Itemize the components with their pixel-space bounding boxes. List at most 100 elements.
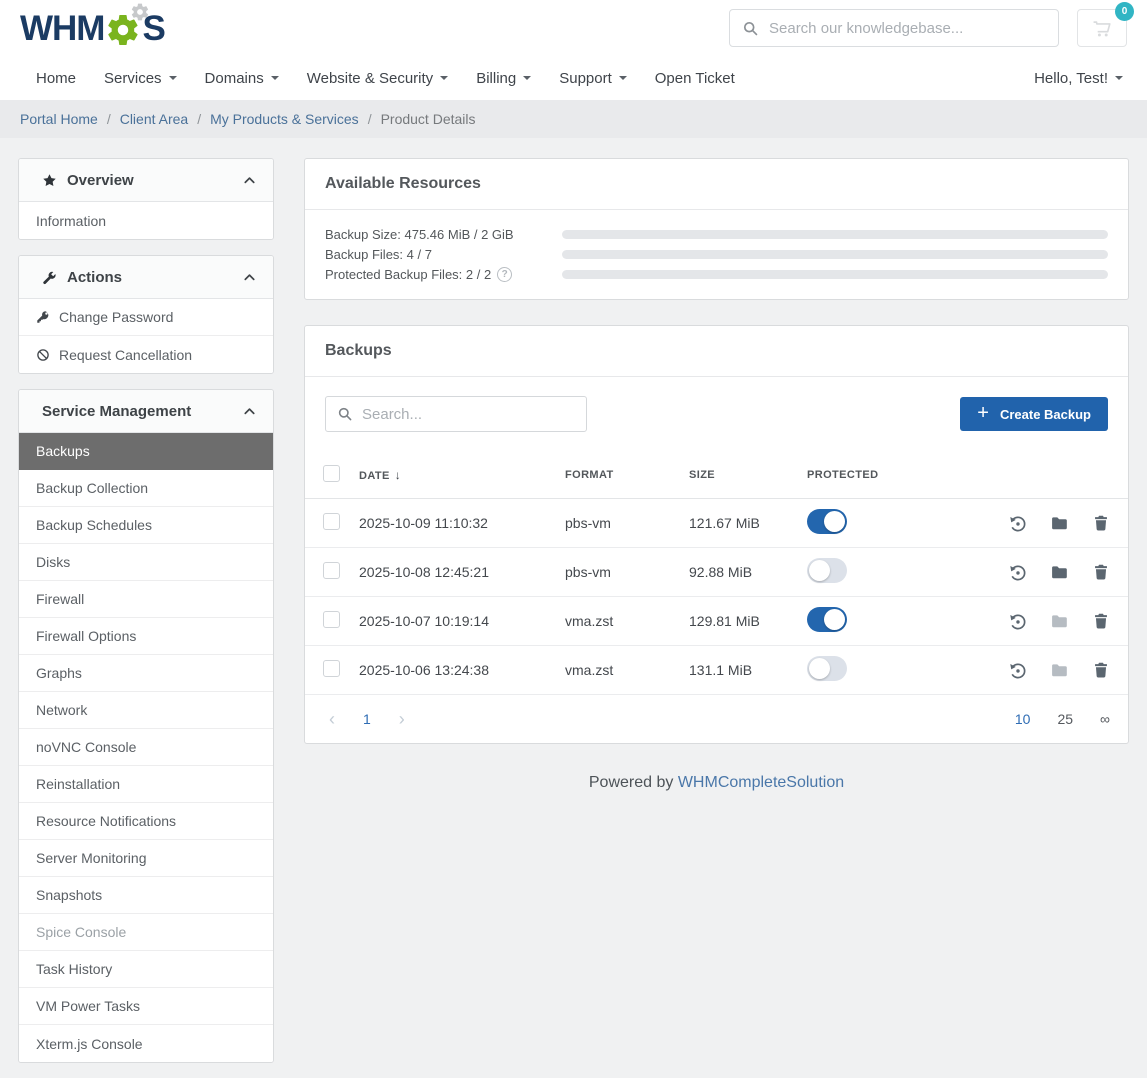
restore-icon[interactable] — [1008, 612, 1027, 631]
column-header-size[interactable]: Size — [689, 469, 807, 481]
column-header-protected[interactable]: Protected — [807, 469, 967, 481]
sidebar-item-information[interactable]: Information — [19, 202, 273, 239]
main-navigation: Home Services Domains Website & Security… — [0, 56, 1147, 100]
page-size-25[interactable]: 25 — [1057, 711, 1073, 727]
sidebar-item-backups[interactable]: Backups — [19, 433, 273, 470]
service-management-panel: Service Management Backups Backup Collec… — [18, 389, 274, 1063]
overview-panel-header[interactable]: Overview — [19, 159, 273, 202]
star-icon — [42, 173, 57, 188]
nav-item-open-ticket[interactable]: Open Ticket — [641, 56, 749, 100]
backup-date: 2025-10-08 12:45:21 — [359, 564, 565, 580]
sort-desc-icon: ↓ — [395, 468, 401, 482]
backup-format: vma.zst — [565, 613, 689, 629]
column-header-format[interactable]: Format — [565, 469, 689, 481]
nav-item-support[interactable]: Support — [545, 56, 641, 100]
service-management-panel-header[interactable]: Service Management — [19, 390, 273, 433]
resource-label: Backup Size: 475.46 MiB / 2 GiB — [325, 227, 514, 242]
folder-icon[interactable] — [1050, 563, 1069, 582]
search-icon — [337, 406, 353, 422]
backup-size: 131.1 MiB — [689, 662, 807, 678]
row-checkbox[interactable] — [323, 562, 340, 579]
chevron-down-icon — [271, 76, 279, 80]
row-checkbox[interactable] — [323, 513, 340, 530]
chevron-up-icon — [242, 173, 257, 188]
nav-item-home[interactable]: Home — [20, 56, 90, 100]
sidebar-item-request-cancellation[interactable]: Request Cancellation — [19, 336, 273, 373]
progress-bar — [562, 250, 1108, 259]
sidebar-item-backup-collection[interactable]: Backup Collection — [19, 470, 273, 507]
nav-item-website-security[interactable]: Website & Security — [293, 56, 462, 100]
backup-date: 2025-10-07 10:19:14 — [359, 613, 565, 629]
current-page[interactable]: 1 — [363, 711, 371, 727]
nav-item-domains[interactable]: Domains — [191, 56, 293, 100]
chevron-down-icon — [523, 76, 531, 80]
available-resources-panel: Available Resources Backup Size: 475.46 … — [304, 158, 1129, 300]
row-checkbox[interactable] — [323, 660, 340, 677]
sidebar-item-network[interactable]: Network — [19, 692, 273, 729]
pagination: ‹ 1 › 10 25 ∞ — [305, 695, 1128, 743]
backup-format: pbs-vm — [565, 564, 689, 580]
column-header-date[interactable]: Date↓ — [359, 468, 565, 482]
chevron-up-icon — [242, 270, 257, 285]
sidebar-item-disks[interactable]: Disks — [19, 544, 273, 581]
page-size-10[interactable]: 10 — [1015, 711, 1031, 727]
next-page-icon[interactable]: › — [393, 710, 411, 728]
account-menu[interactable]: Hello, Test! — [1034, 70, 1127, 87]
restore-icon[interactable] — [1008, 661, 1027, 680]
restore-icon[interactable] — [1008, 514, 1027, 533]
row-checkbox[interactable] — [323, 611, 340, 628]
prev-page-icon[interactable]: ‹ — [323, 710, 341, 728]
sidebar-item-reinstallation[interactable]: Reinstallation — [19, 766, 273, 803]
sidebar-item-resource-notifications[interactable]: Resource Notifications — [19, 803, 273, 840]
sidebar-item-vm-power-tasks[interactable]: VM Power Tasks — [19, 988, 273, 1025]
restore-icon[interactable] — [1008, 563, 1027, 582]
sidebar: Overview Information Actions Change Pass… — [18, 158, 274, 1078]
overview-panel: Overview Information — [18, 158, 274, 240]
chevron-down-icon — [1115, 76, 1123, 80]
breadcrumb-client-area[interactable]: Client Area — [120, 111, 188, 127]
knowledgebase-search-input[interactable] — [769, 20, 1046, 37]
breadcrumb-my-products-services[interactable]: My Products & Services — [210, 111, 359, 127]
trash-icon[interactable] — [1092, 661, 1110, 679]
progress-bar — [562, 270, 1108, 279]
page-size-∞[interactable]: ∞ — [1100, 711, 1110, 727]
backups-search-input[interactable] — [362, 406, 575, 423]
sidebar-item-snapshots[interactable]: Snapshots — [19, 877, 273, 914]
folder-icon[interactable] — [1050, 612, 1069, 631]
trash-icon[interactable] — [1092, 612, 1110, 630]
actions-panel-header[interactable]: Actions — [19, 256, 273, 299]
create-backup-button[interactable]: + Create Backup — [960, 397, 1108, 431]
protected-toggle[interactable] — [807, 607, 847, 632]
sidebar-item-xterm-js-console[interactable]: Xterm.js Console — [19, 1025, 273, 1062]
protected-toggle[interactable] — [807, 558, 847, 583]
trash-icon[interactable] — [1092, 563, 1110, 581]
chevron-down-icon — [169, 76, 177, 80]
breadcrumb-portal-home[interactable]: Portal Home — [20, 111, 98, 127]
help-icon[interactable]: ? — [497, 267, 512, 282]
sidebar-item-novnc-console[interactable]: noVNC Console — [19, 729, 273, 766]
nav-item-billing[interactable]: Billing — [462, 56, 545, 100]
whmcs-logo[interactable]: WHM S — [20, 10, 165, 46]
sidebar-item-task-history[interactable]: Task History — [19, 951, 273, 988]
whmcompletesolution-link[interactable]: WHMCompleteSolution — [678, 774, 844, 791]
select-all-checkbox[interactable] — [323, 465, 340, 482]
backup-size: 129.81 MiB — [689, 613, 807, 629]
sidebar-item-change-password[interactable]: Change Password — [19, 299, 273, 336]
sidebar-item-graphs[interactable]: Graphs — [19, 655, 273, 692]
folder-icon[interactable] — [1050, 661, 1069, 680]
folder-icon[interactable] — [1050, 514, 1069, 533]
sidebar-item-backup-schedules[interactable]: Backup Schedules — [19, 507, 273, 544]
protected-toggle[interactable] — [807, 656, 847, 681]
nav-item-services[interactable]: Services — [90, 56, 191, 100]
footer: Powered by WHMCompleteSolution — [304, 774, 1129, 792]
sidebar-item-spice-console[interactable]: Spice Console — [19, 914, 273, 951]
trash-icon[interactable] — [1092, 514, 1110, 532]
cart-button[interactable]: 0 — [1077, 9, 1127, 47]
protected-toggle[interactable] — [807, 509, 847, 534]
sidebar-item-firewall-options[interactable]: Firewall Options — [19, 618, 273, 655]
cart-count-badge: 0 — [1115, 2, 1134, 21]
sidebar-item-server-monitoring[interactable]: Server Monitoring — [19, 840, 273, 877]
sidebar-item-firewall[interactable]: Firewall — [19, 581, 273, 618]
resource-row: Backup Files: 4 / 7 — [325, 244, 1108, 264]
cart-icon — [1091, 17, 1113, 39]
